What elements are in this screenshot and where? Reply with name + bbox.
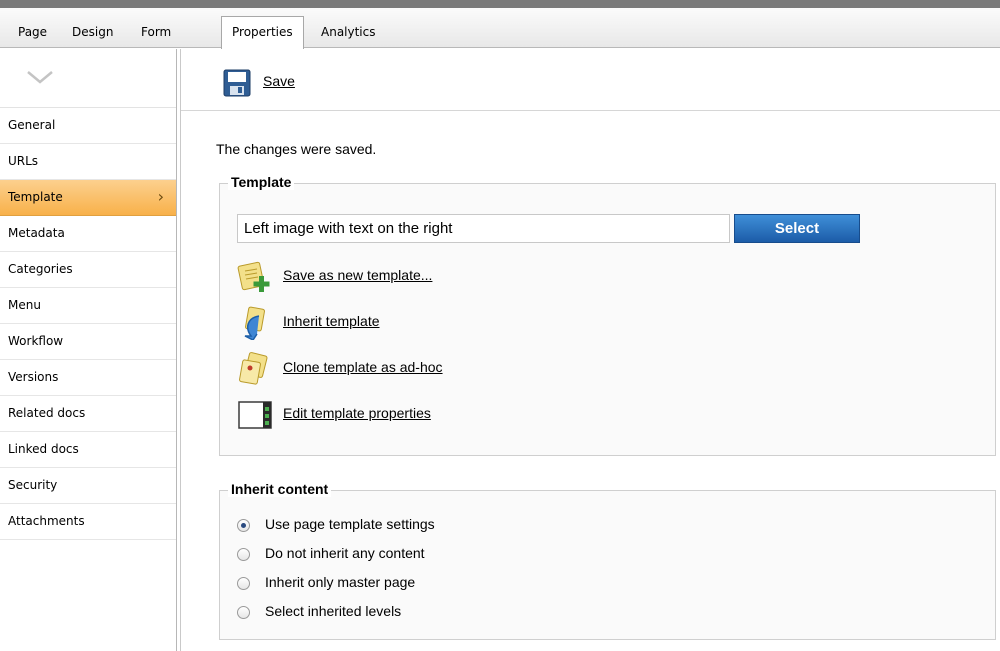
sidebar-item-template[interactable]: Template ›: [0, 180, 176, 216]
sidebar: General URLs Template › Metadata Categori…: [0, 49, 177, 651]
template-section: Template Left image with text on the rig…: [219, 174, 996, 456]
sidebar-item-label: General: [8, 118, 56, 132]
sidebar-item-label: URLs: [8, 154, 39, 168]
clone-template-link[interactable]: Clone template as ad-hoc: [283, 359, 443, 375]
sidebar-collapse[interactable]: [0, 49, 176, 108]
template-name-field[interactable]: Left image with text on the right: [237, 214, 730, 243]
sidebar-item-label: Related docs: [8, 406, 86, 420]
radio-label: Inherit only master page: [265, 574, 416, 590]
section-title: Template: [228, 174, 295, 190]
sidebar-item-label: Workflow: [8, 334, 64, 348]
inherit-template-link[interactable]: Inherit template: [283, 313, 380, 329]
main-content: Save The changes were saved. Template Le…: [181, 49, 1000, 651]
chevron-down-icon[interactable]: [26, 69, 54, 85]
tab-form[interactable]: Form: [139, 18, 173, 48]
radio-button[interactable]: [237, 606, 250, 619]
sidebar-item-attachments[interactable]: Attachments: [0, 504, 176, 540]
sidebar-item-label: Metadata: [8, 226, 65, 240]
edit-template-properties-link[interactable]: Edit template properties: [283, 405, 431, 421]
chevron-right-icon: ›: [157, 187, 164, 206]
inherit-content-section: Inherit content Use page template settin…: [219, 481, 996, 640]
sidebar-item-label: Versions: [8, 370, 59, 384]
sidebar-item-metadata[interactable]: Metadata: [0, 216, 176, 252]
section-title: Inherit content: [228, 481, 332, 497]
sidebar-item-security[interactable]: Security: [0, 468, 176, 504]
sidebar-item-menu[interactable]: Menu: [0, 288, 176, 324]
tab-design[interactable]: Design: [70, 18, 115, 48]
sidebar-item-label: Linked docs: [8, 442, 79, 456]
radio-label: Select inherited levels: [265, 603, 402, 619]
window-strip: [0, 0, 1000, 8]
sidebar-item-workflow[interactable]: Workflow: [0, 324, 176, 360]
sidebar-item-label: Security: [8, 478, 58, 492]
radio-label: Use page template settings: [265, 516, 435, 532]
clone-icon: [239, 352, 268, 385]
sidebar-item-related-docs[interactable]: Related docs: [0, 396, 176, 432]
tab-page[interactable]: Page: [16, 18, 49, 48]
sidebar-item-linked-docs[interactable]: Linked docs: [0, 432, 176, 468]
radio-button[interactable]: [237, 519, 250, 532]
save-toolbar: Save: [181, 49, 1000, 111]
sidebar-item-label: Menu: [8, 298, 41, 312]
sidebar-item-urls[interactable]: URLs: [0, 144, 176, 180]
status-message: The changes were saved.: [216, 141, 377, 157]
save-button[interactable]: Save: [263, 73, 295, 89]
tab-properties[interactable]: Properties: [221, 16, 304, 49]
radio-button[interactable]: [237, 548, 250, 561]
edit-properties-icon: [238, 401, 272, 429]
floppy-disk-icon[interactable]: [223, 69, 251, 97]
radio-label: Do not inherit any content: [265, 545, 425, 561]
sidebar-item-categories[interactable]: Categories: [0, 252, 176, 288]
inherit-icon: [244, 306, 265, 340]
sidebar-item-label: Template: [8, 190, 63, 204]
sidebar-item-label: Categories: [8, 262, 73, 276]
sidebar-item-versions[interactable]: Versions: [0, 360, 176, 396]
sidebar-item-general[interactable]: General: [0, 108, 176, 144]
top-tab-bar: Page Design Form Properties Analytics: [0, 0, 1000, 49]
save-template-icon: [237, 261, 270, 292]
save-as-new-template-link[interactable]: Save as new template...: [283, 267, 432, 283]
radio-button[interactable]: [237, 577, 250, 590]
select-template-button[interactable]: Select: [734, 214, 860, 243]
tab-analytics[interactable]: Analytics: [319, 18, 378, 48]
sidebar-item-label: Attachments: [8, 514, 85, 528]
